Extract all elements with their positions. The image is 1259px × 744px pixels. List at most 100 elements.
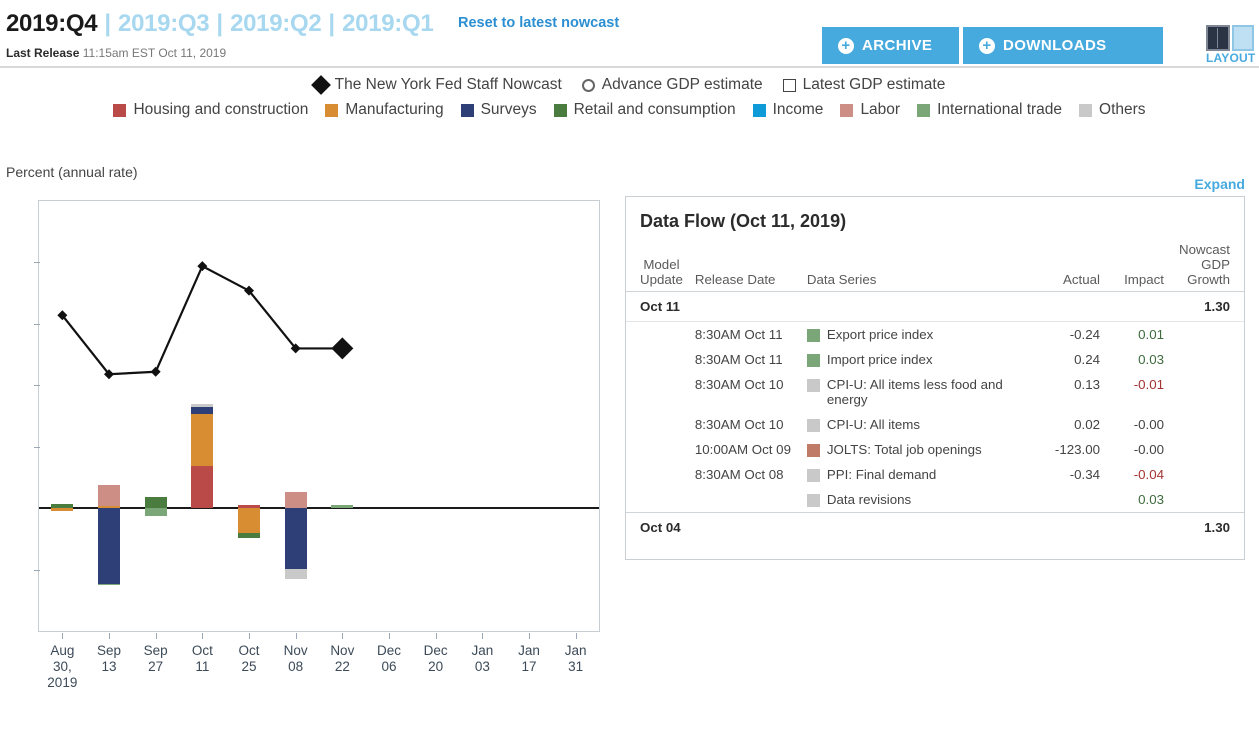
- color-swatch-icon: [806, 469, 820, 482]
- legend-item-income[interactable]: Income: [752, 101, 823, 119]
- bar-segment: [191, 465, 214, 509]
- chart-plot-area[interactable]: 2.52.01.51.00.50-0.5-1.0: [34, 200, 600, 632]
- data-flow-table: Model Update Release Date Data Series Ac…: [626, 242, 1244, 542]
- table-row[interactable]: 8:30AM Oct 11 Export price index -0.24 0.01: [626, 322, 1244, 348]
- bar-group[interactable]: [284, 201, 307, 631]
- bar-segment: [144, 508, 167, 516]
- legend-categories-row: Housing and construction Manufacturing S…: [0, 101, 1259, 119]
- table-body: Oct 11 1.30 8:30AM Oct 11 Export price inde…: [626, 291, 1244, 542]
- legend-item-advance-gdp[interactable]: Advance GDP estimate: [581, 76, 763, 94]
- col-impact: Impact: [1106, 242, 1170, 292]
- quarter-separator: |: [216, 10, 224, 37]
- legend-label: Retail and consumption: [573, 101, 736, 118]
- reset-to-latest-nowcast-link[interactable]: Reset to latest nowcast: [458, 15, 619, 31]
- legend-item-nowcast[interactable]: The New York Fed Staff Nowcast: [310, 75, 562, 95]
- col-release-date: Release Date: [688, 242, 801, 292]
- x-axis-label: Jan 31: [564, 643, 587, 674]
- y-axis-tick: [34, 569, 40, 571]
- row-model-update: [626, 412, 689, 437]
- bar-group[interactable]: [51, 201, 74, 631]
- bar-group[interactable]: [98, 201, 120, 631]
- legend-label: Advance GDP estimate: [601, 76, 763, 93]
- row-release-date: 8:30AM Oct 10: [694, 417, 784, 432]
- color-swatch-icon: [806, 419, 820, 432]
- bar-group[interactable]: [565, 201, 587, 631]
- bar-segment: [191, 404, 214, 407]
- row-impact: -0.00: [1133, 442, 1164, 457]
- col-data-series: Data Series: [800, 242, 1038, 292]
- bar-group[interactable]: [191, 201, 214, 631]
- bar-group[interactable]: [238, 201, 260, 631]
- bar-group[interactable]: [378, 201, 400, 631]
- color-swatch-icon: [325, 103, 339, 117]
- table-row[interactable]: 8:30AM Oct 08 PPI: Final demand -0.34 -0.04: [626, 462, 1244, 487]
- plus-icon: +: [838, 37, 854, 54]
- table-row[interactable]: 10:00AM Oct 09 JOLTS: Total job openings -…: [626, 437, 1244, 462]
- row-model-update: [626, 347, 689, 372]
- row-data-series: Export price index: [801, 322, 1038, 348]
- legend-item-latest-gdp[interactable]: Latest GDP estimate: [782, 76, 945, 94]
- bar-segment: [238, 533, 260, 538]
- row-impact: 0.03: [1138, 352, 1164, 367]
- x-axis-tick: [482, 633, 484, 639]
- bar-segment: [144, 497, 167, 509]
- legend-item-retail[interactable]: Retail and consumption: [553, 101, 736, 119]
- bar-group[interactable]: [425, 201, 447, 631]
- bar-group[interactable]: [144, 201, 167, 631]
- y-axis-title: Percent (annual rate): [6, 164, 138, 180]
- x-axis-tick: [389, 633, 390, 639]
- legend-item-housing[interactable]: Housing and construction: [113, 101, 308, 119]
- bar-group[interactable]: [471, 201, 493, 631]
- quarter-nav: 2019:Q4 | 2019:Q3 | 2019:Q2 | 2019:Q1: [6, 10, 434, 38]
- square-marker-icon: [782, 78, 796, 92]
- legend-item-international-trade[interactable]: International trade: [917, 101, 1062, 119]
- row-data-series: CPI-U: All items: [801, 412, 1038, 437]
- color-swatch-icon: [1079, 103, 1093, 117]
- table-row[interactable]: 8:30AM Oct 10 CPI-U: All items 0.02 -0.00: [626, 412, 1244, 437]
- series-label: CPI-U: All items less food and energy: [826, 377, 1003, 407]
- row-nowcast-gdp-growth: [1170, 487, 1244, 513]
- downloads-button[interactable]: + DOWNLOADS: [963, 27, 1163, 64]
- legend-markers-row: The New York Fed Staff Nowcast Advance G…: [0, 75, 1259, 95]
- y-axis-tick: [34, 446, 40, 448]
- bar-segment: [284, 492, 307, 509]
- table-row[interactable]: Data revisions 0.03: [626, 487, 1244, 513]
- row-release-date: [689, 487, 801, 513]
- legend-item-manufacturing[interactable]: Manufacturing: [325, 101, 444, 119]
- data-flow-group-row[interactable]: Oct 11 1.30: [626, 291, 1244, 322]
- color-swatch-icon: [113, 103, 127, 117]
- legend-item-others[interactable]: Others: [1079, 101, 1146, 119]
- row-nowcast-gdp-growth: [1170, 372, 1244, 412]
- layout-toggle-button[interactable]: LAYOUT: [1206, 25, 1255, 65]
- bar-group[interactable]: [518, 201, 540, 631]
- y-axis-tick: [34, 385, 40, 387]
- table-row[interactable]: 8:30AM Oct 11 Import price index 0.24 0.03: [626, 347, 1244, 372]
- legend-item-surveys[interactable]: Surveys: [460, 101, 537, 119]
- data-flow-group-row[interactable]: Oct 04 1.30: [626, 512, 1244, 542]
- legend-label: International trade: [937, 101, 1063, 118]
- bar-segment: [191, 406, 214, 415]
- group-nowcast-gdp-growth: 1.30: [1170, 291, 1244, 322]
- quarter-separator: |: [104, 10, 112, 37]
- legend-label: Others: [1099, 101, 1146, 118]
- quarter-tab-2019-q1[interactable]: 2019:Q1: [342, 10, 434, 38]
- bar-segment: [51, 503, 74, 509]
- y-axis-tick: [34, 323, 40, 325]
- row-nowcast-gdp-growth: [1170, 347, 1244, 372]
- group-model-update: Oct 04: [626, 512, 689, 542]
- expand-link[interactable]: Expand: [1194, 176, 1245, 192]
- legend-item-labor[interactable]: Labor: [840, 101, 900, 119]
- row-actual: -123.00: [1054, 442, 1100, 457]
- row-data-series: PPI: Final demand: [801, 462, 1038, 487]
- layout-icon: [1206, 25, 1254, 51]
- bar-group[interactable]: [331, 201, 354, 631]
- quarter-tab-2019-q2[interactable]: 2019:Q2: [230, 10, 322, 38]
- bar-segment: [51, 508, 74, 511]
- quarter-tab-2019-q3[interactable]: 2019:Q3: [118, 10, 210, 38]
- quarter-tab-2019-q4[interactable]: 2019:Q4: [6, 10, 98, 38]
- table-row[interactable]: 8:30AM Oct 10 CPI-U: All items less food …: [626, 372, 1244, 412]
- y-axis-tick: [34, 262, 40, 264]
- archive-button[interactable]: + ARCHIVE: [822, 27, 959, 64]
- col-actual: Actual: [1038, 242, 1106, 292]
- bar-segment: [98, 484, 120, 506]
